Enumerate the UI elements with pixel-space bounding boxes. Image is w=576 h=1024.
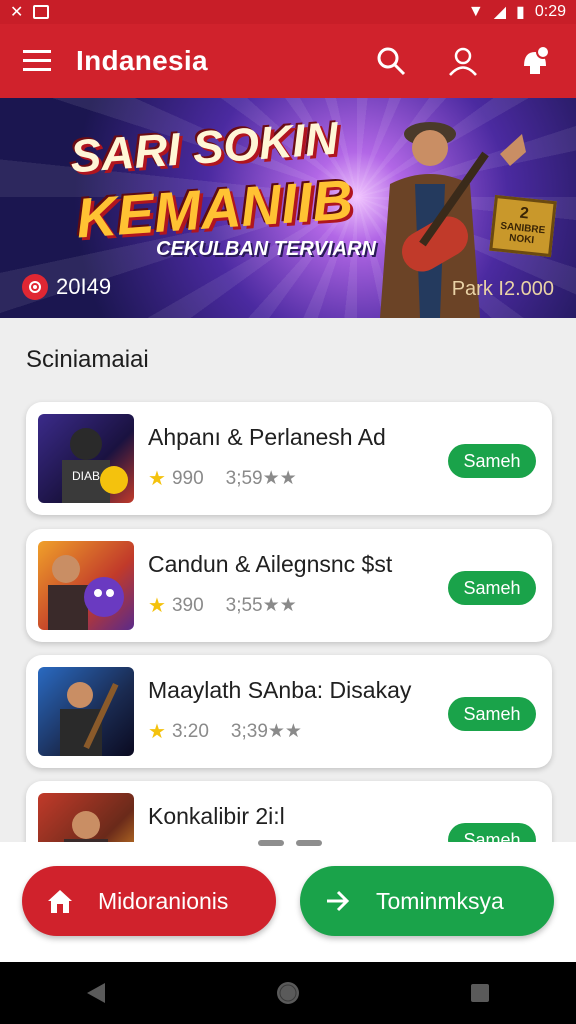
recents-icon xyxy=(471,984,489,1002)
promo-banner[interactable]: SARI SOKIN KEMANIIB CEKULBAN TERVIARN 2 … xyxy=(0,98,576,318)
list-item[interactable]: Maaylath SAnba: Disakay ★ 3:20 3;39★★ Sa… xyxy=(26,655,552,768)
crate-label: SANIBRE NOKI xyxy=(499,220,546,247)
system-navigation-bar xyxy=(0,962,576,1024)
home-action-label: Midoranionis xyxy=(98,887,229,914)
search-button[interactable] xyxy=(370,40,412,82)
home-nav-button[interactable] xyxy=(258,963,318,1023)
item-action-button[interactable]: Sameh xyxy=(448,697,536,731)
item-meta: ★ 390 3;55★★ xyxy=(148,593,297,618)
live-icon xyxy=(22,274,48,300)
back-icon xyxy=(87,983,105,1003)
wifi-icon: ▼ xyxy=(467,3,484,20)
continue-action-button[interactable]: Tominmksya xyxy=(300,866,554,936)
item-action-button[interactable]: Sameh xyxy=(448,571,536,605)
svg-text:DIAB: DIAB xyxy=(72,469,100,483)
item-meta: ★ 3:20 3;39★★ xyxy=(148,719,302,744)
game-thumbnail xyxy=(38,541,134,630)
home-circle-icon xyxy=(277,982,299,1004)
item-action-button[interactable]: Sameh xyxy=(448,444,536,478)
item-rating: 990 xyxy=(171,467,204,489)
item-name: Candun & Ailegnsnc $st xyxy=(148,551,393,577)
menu-button[interactable] xyxy=(0,24,76,98)
game-thumbnail: DIAB xyxy=(38,414,134,503)
item-name: Maaylath SAnba: Disakay xyxy=(148,677,412,703)
user-icon xyxy=(449,47,477,76)
banner-subtitle: CEKULBAN TERVIARN xyxy=(156,238,376,260)
game-thumbnail xyxy=(38,667,134,756)
image-notification-icon xyxy=(33,5,50,19)
item-date: 3;55★★ xyxy=(225,595,297,616)
recents-button[interactable] xyxy=(450,963,510,1023)
item-name: Konkalibir 2i:l xyxy=(148,803,285,829)
banner-count-value: 20I49 xyxy=(56,274,112,299)
close-notification-icon: ✕ xyxy=(10,4,24,21)
star-icon: ★ xyxy=(148,721,166,743)
app-bar: Indanesia xyxy=(0,24,576,98)
account-button[interactable] xyxy=(442,40,484,82)
status-bar: ✕ ▼ ◢ ▮ 0:29 xyxy=(0,0,576,24)
signal-icon: ◢ xyxy=(493,4,507,21)
menu-icon xyxy=(23,50,51,71)
home-icon xyxy=(22,886,98,916)
back-button[interactable] xyxy=(66,963,126,1023)
home-action-button[interactable]: Midoranionis xyxy=(22,866,276,936)
status-time: 0:29 xyxy=(534,3,566,20)
item-name: Ahpanı & Perlanesh Ad xyxy=(148,424,386,450)
continue-action-label: Tominmksya xyxy=(376,887,504,914)
item-rating: 390 xyxy=(171,594,204,616)
item-date: 3;59★★ xyxy=(225,468,297,489)
list-item[interactable]: DIAB Ahpanı & Perlanesh Ad ★ 990 3;59★★ … xyxy=(26,402,552,515)
banner-crate: 2 SANIBRE NOKI xyxy=(489,194,557,258)
arrow-right-icon xyxy=(300,886,376,916)
app-title: Indanesia xyxy=(76,45,208,76)
section-title: Sciniamaiai xyxy=(26,346,149,373)
page-indicator xyxy=(258,840,322,846)
banner-price: Park I2.000 xyxy=(451,278,554,300)
star-icon: ★ xyxy=(148,595,166,617)
list-item[interactable]: Candun & Ailegnsnc $st ★ 390 3;55★★ Same… xyxy=(26,529,552,642)
notification-icon xyxy=(524,45,550,74)
search-icon xyxy=(377,47,406,76)
battery-icon: ▮ xyxy=(516,4,525,21)
banner-count: 20I49 xyxy=(22,274,111,300)
item-meta: ★ 990 3;59★★ xyxy=(148,466,297,491)
item-rating: 3:20 xyxy=(171,720,209,742)
star-icon: ★ xyxy=(148,468,166,490)
item-date: 3;39★★ xyxy=(230,721,302,742)
notifications-button[interactable] xyxy=(514,40,556,82)
